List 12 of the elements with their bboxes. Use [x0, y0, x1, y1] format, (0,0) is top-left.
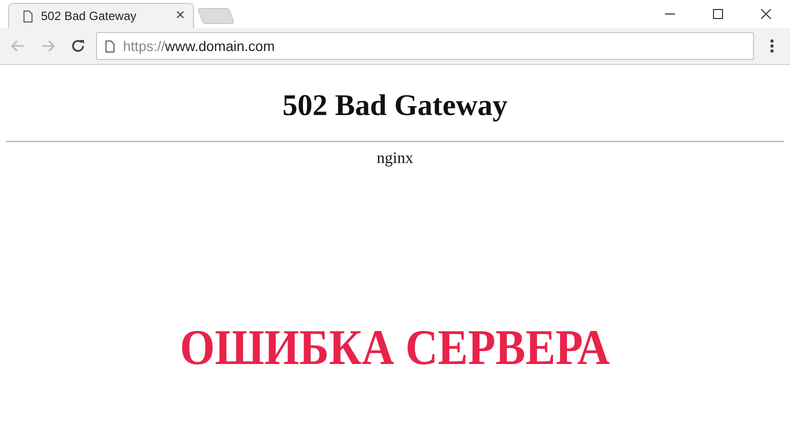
server-name: nginx	[376, 150, 414, 168]
address-bar[interactable]: https://www.domain.com	[96, 32, 754, 60]
page-icon	[23, 10, 33, 22]
maximize-icon[interactable]	[713, 9, 723, 19]
caption: ОШИБКА СЕРВЕРА	[180, 318, 610, 376]
page-heading: 502 Bad Gateway	[282, 89, 508, 123]
menu-icon[interactable]	[770, 39, 774, 53]
reload-icon[interactable]	[71, 39, 85, 53]
close-icon[interactable]	[761, 9, 771, 19]
browser-tab[interactable]: 502 Bad Gateway ×	[8, 3, 194, 28]
page-icon	[105, 40, 115, 52]
close-icon[interactable]: ×	[176, 7, 185, 25]
